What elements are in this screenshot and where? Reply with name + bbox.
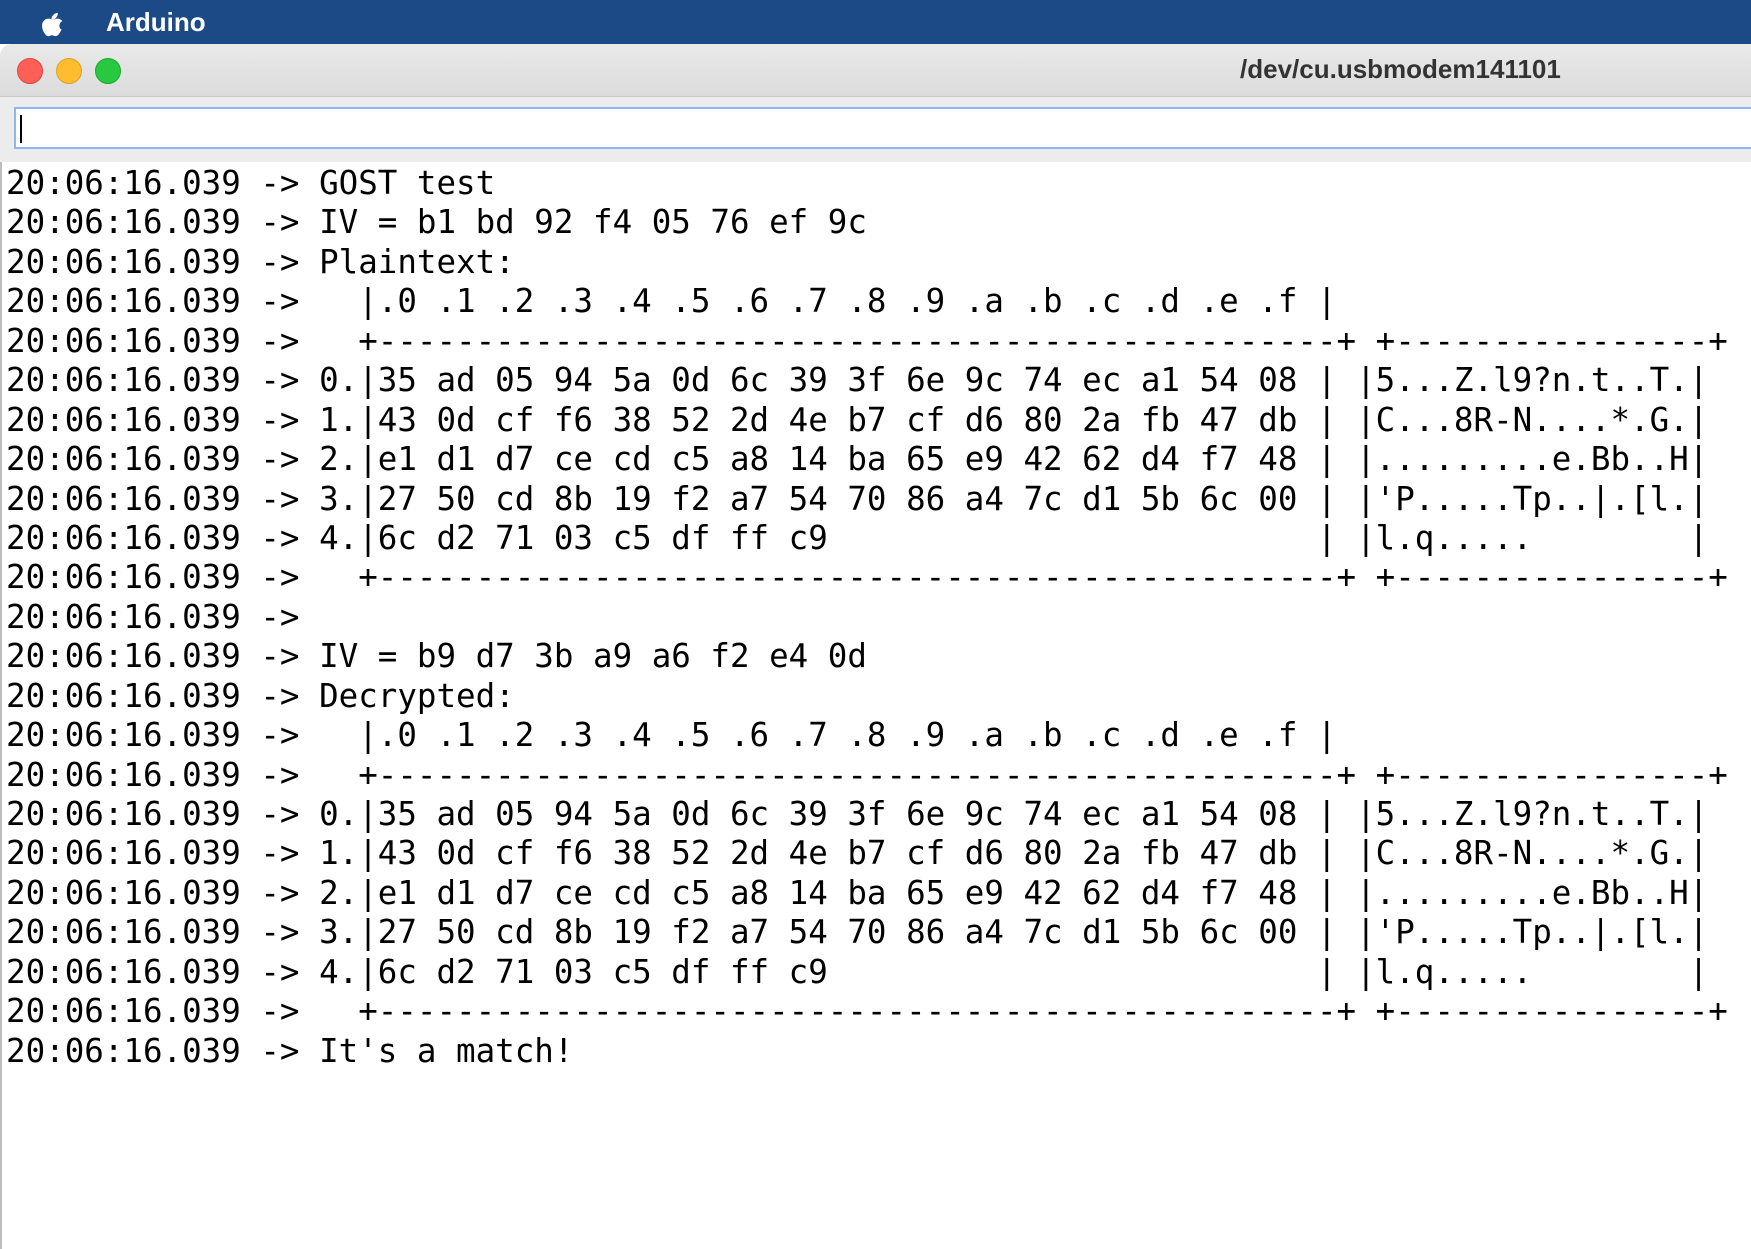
serial-output-line: 20:06:16.039 -> |.0 .1 .2 .3 .4 .5 .6 .7… xyxy=(6,282,1337,321)
serial-output-line: 20:06:16.039 -> 1.|43 0d cf f6 38 52 2d … xyxy=(6,834,1709,873)
serial-output-line: 20:06:16.039 -> IV = b9 d7 3b a9 a6 f2 e… xyxy=(6,637,867,676)
serial-output-line: 20:06:16.039 -> +-----------------------… xyxy=(6,755,1728,794)
serial-output-line: 20:06:16.039 -> 3.|27 50 cd 8b 19 f2 a7 … xyxy=(6,913,1709,952)
serial-output-line: 20:06:16.039 -> 2.|e1 d1 d7 ce cd c5 a8 … xyxy=(6,873,1709,912)
serial-output-line: 20:06:16.039 -> 4.|6c d2 71 03 c5 df ff … xyxy=(6,952,1709,991)
send-bar xyxy=(0,97,1751,163)
apple-logo-icon[interactable] xyxy=(40,7,66,37)
serial-output-line: 20:06:16.039 -> Decrypted: xyxy=(6,676,515,715)
serial-output-line: 20:06:16.039 -> It's a match! xyxy=(6,1031,574,1070)
serial-output-line: 20:06:16.039 -> IV = b1 bd 92 f4 05 76 e… xyxy=(6,203,867,242)
minimize-icon[interactable] xyxy=(56,58,82,84)
serial-output-line: 20:06:16.039 -> +-----------------------… xyxy=(6,558,1728,597)
text-caret xyxy=(20,115,22,143)
serial-output-line: 20:06:16.039 -> xyxy=(6,597,320,636)
serial-monitor-window: /dev/cu.usbmodem141101 20:06:16.039 -> G… xyxy=(0,44,1751,1249)
serial-output-line: 20:06:16.039 -> 0.|35 ad 05 94 5a 0d 6c … xyxy=(6,361,1709,400)
serial-output-line: 20:06:16.039 -> 1.|43 0d cf f6 38 52 2d … xyxy=(6,400,1709,439)
serial-output-line: 20:06:16.039 -> +-----------------------… xyxy=(6,321,1728,360)
serial-output-line: 20:06:16.039 -> 4.|6c d2 71 03 c5 df ff … xyxy=(6,518,1709,557)
zoom-icon[interactable] xyxy=(95,58,121,84)
serial-output-line: 20:06:16.039 -> 0.|35 ad 05 94 5a 0d 6c … xyxy=(6,795,1709,833)
close-icon[interactable] xyxy=(17,58,43,84)
serial-output-line: 20:06:16.039 -> +-----------------------… xyxy=(6,992,1728,1031)
serial-output-line: 20:06:16.039 -> 3.|27 50 cd 8b 19 f2 a7 … xyxy=(6,479,1709,518)
serial-output-line: 20:06:16.039 -> |.0 .1 .2 .3 .4 .5 .6 .7… xyxy=(6,716,1337,755)
window-title: /dev/cu.usbmodem141101 xyxy=(1240,54,1561,84)
serial-output[interactable]: 20:06:16.039 -> GOST test 20:06:16.039 ->… xyxy=(0,162,1751,1249)
window-titlebar[interactable]: /dev/cu.usbmodem141101 xyxy=(0,44,1751,97)
serial-output-lines: 20:06:16.039 -> GOST test 20:06:16.039 ->… xyxy=(6,164,1728,1071)
app-menu-arduino[interactable]: Arduino xyxy=(106,7,206,38)
menu-bar: Arduino xyxy=(0,0,1751,44)
serial-output-line: 20:06:16.039 -> 2.|e1 d1 d7 ce cd c5 a8 … xyxy=(6,440,1709,479)
serial-output-line: 20:06:16.039 -> Plaintext: xyxy=(6,242,515,281)
serial-output-line: 20:06:16.039 -> GOST test xyxy=(6,164,496,202)
send-input[interactable] xyxy=(14,107,1751,149)
